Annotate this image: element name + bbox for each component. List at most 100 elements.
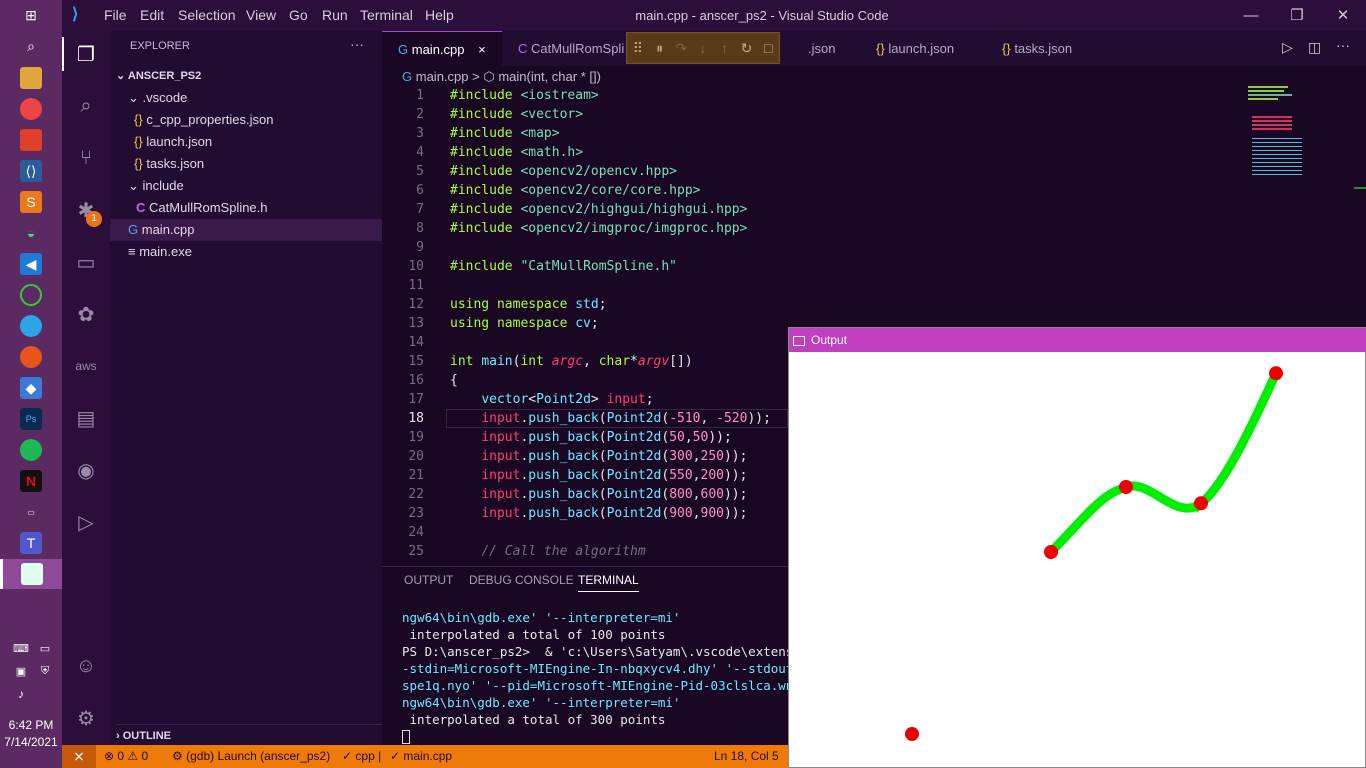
menu-terminal[interactable]: Terminal bbox=[360, 0, 413, 31]
taskbar-clock[interactable]: 6:42 PM 7/14/2021 bbox=[0, 717, 62, 751]
docker-taskbar-icon[interactable] bbox=[20, 315, 42, 337]
powershell-icon[interactable]: ▷ bbox=[72, 508, 100, 536]
step-out-icon[interactable]: ↑ bbox=[714, 40, 736, 56]
office-icon[interactable] bbox=[20, 129, 42, 151]
workspace-root[interactable]: ⌄ ANSCER_PS2 bbox=[116, 65, 201, 87]
code-line[interactable]: int main(int argc, char*argv[]) bbox=[450, 354, 693, 369]
lang-status[interactable]: ✓ cpp | bbox=[342, 745, 381, 768]
android-icon[interactable]: ◒ bbox=[20, 222, 42, 244]
code-line[interactable]: #include <math.h> bbox=[450, 145, 583, 160]
code-line[interactable]: #include "CatMullRomSpline.h" bbox=[450, 259, 677, 274]
panel-tab-terminal[interactable]: TERMINAL bbox=[578, 573, 639, 592]
code-line[interactable]: input.push_back(Point2d(300,250)); bbox=[450, 449, 747, 464]
file-main-cpp[interactable]: G main.cpp bbox=[110, 219, 382, 241]
code-line[interactable]: // Call the algorithm bbox=[450, 544, 645, 559]
minimap[interactable] bbox=[1246, 86, 1312, 196]
search-icon[interactable]: ⌕ bbox=[20, 35, 42, 57]
file-tasks-json[interactable]: {} tasks.json bbox=[134, 153, 204, 175]
output-window-titlebar[interactable]: Output bbox=[789, 328, 1366, 352]
netflix-icon[interactable]: N bbox=[20, 470, 42, 492]
ring-icon[interactable] bbox=[20, 284, 42, 306]
code-line[interactable]: #include <opencv2/highgui/highgui.hpp> bbox=[450, 202, 747, 217]
aws-icon[interactable]: aws bbox=[72, 352, 100, 380]
folder-vscode[interactable]: ⌄ .vscode bbox=[128, 87, 187, 109]
more-actions-icon[interactable]: ··· bbox=[1336, 37, 1350, 53]
photos-tray-icon[interactable]: ▣ bbox=[10, 660, 32, 682]
stop-icon[interactable]: □ bbox=[757, 40, 779, 56]
remote-icon[interactable]: ⨯ bbox=[62, 745, 96, 768]
code-line[interactable]: using namespace std; bbox=[450, 297, 607, 312]
split-editor-icon[interactable]: ◫ bbox=[1308, 39, 1321, 56]
code-line[interactable]: input.push_back(Point2d(550,200)); bbox=[450, 468, 747, 483]
github-icon[interactable]: ◉ bbox=[72, 456, 100, 484]
code-line[interactable]: input.push_back(Point2d(900,900)); bbox=[450, 506, 747, 521]
docker-icon[interactable]: ▤ bbox=[72, 404, 100, 432]
git-tool-icon[interactable]: ◆ bbox=[20, 377, 42, 399]
search-icon[interactable]: ⌕ bbox=[72, 92, 100, 120]
files-icon[interactable]: ❐ bbox=[72, 40, 100, 68]
vscode-taskbar-icon[interactable]: ◀ bbox=[20, 253, 42, 275]
code-line[interactable]: #include <iostream> bbox=[450, 88, 599, 103]
file-launch-json[interactable]: {} launch.json bbox=[134, 131, 212, 153]
tab-tasks-json[interactable]: {} tasks.json bbox=[986, 31, 1072, 66]
explorer-more-button[interactable]: ··· bbox=[350, 36, 364, 52]
file-status[interactable]: ✓ main.cpp bbox=[390, 745, 452, 768]
minimize-button[interactable]: — bbox=[1228, 0, 1274, 31]
code-line[interactable]: input.push_back(Point2d(800,600)); bbox=[450, 487, 747, 502]
panel-tab-debug-console[interactable]: DEBUG CONSOLE bbox=[469, 573, 574, 587]
battery-icon[interactable]: ▭ bbox=[34, 637, 56, 659]
code-line[interactable]: using namespace cv; bbox=[450, 316, 599, 331]
file-explorer-icon[interactable] bbox=[20, 67, 42, 89]
tab-launch-json[interactable]: {} launch.json bbox=[860, 31, 954, 66]
code-line[interactable]: input.push_back(Point2d(50,50)); bbox=[450, 430, 732, 445]
network-icon[interactable]: ⌨ bbox=[10, 637, 32, 659]
folder-include[interactable]: ⌄ include bbox=[128, 175, 184, 197]
code-line[interactable]: #include <map> bbox=[450, 126, 560, 141]
run-file-icon[interactable]: ▷ bbox=[1282, 39, 1293, 56]
code-editor-icon[interactable]: ⟨⟩ bbox=[20, 160, 42, 182]
step-into-icon[interactable]: ↓ bbox=[692, 40, 714, 56]
code-line[interactable]: { bbox=[450, 373, 458, 388]
spotify-icon[interactable] bbox=[20, 439, 42, 461]
panel-tab-output[interactable]: OUTPUT bbox=[404, 573, 453, 587]
menu-file[interactable]: File bbox=[104, 0, 127, 31]
code-line[interactable]: #include <opencv2/core/core.hpp> bbox=[450, 183, 700, 198]
file-catmullrom-h[interactable]: C CatMullRomSpline.h bbox=[136, 197, 268, 219]
file-c-cpp-properties[interactable]: {} c_cpp_properties.json bbox=[134, 109, 274, 131]
extensions-icon[interactable]: ✿ bbox=[72, 300, 100, 328]
cursor-position[interactable]: Ln 18, Col 5 bbox=[714, 745, 779, 768]
terminal-cursor[interactable] bbox=[402, 730, 410, 744]
tab-main-cpp[interactable]: G main.cpp × bbox=[382, 31, 502, 66]
code-line[interactable]: input.push_back(Point2d(-510, -520)); bbox=[450, 411, 771, 426]
menu-go[interactable]: Go bbox=[289, 0, 308, 31]
manage-gear-icon[interactable]: ⚙ bbox=[72, 704, 100, 732]
breadcrumb-symbol[interactable]: main(int, char * []) bbox=[498, 69, 601, 84]
windows-start-icon[interactable]: ⊞ bbox=[20, 4, 42, 26]
prime-video-icon[interactable]: ▭ bbox=[20, 501, 42, 523]
account-icon[interactable]: ☺ bbox=[72, 652, 100, 680]
close-button[interactable]: ✕ bbox=[1320, 0, 1366, 31]
source-control-icon[interactable]: ⑂ bbox=[72, 144, 100, 172]
volume-icon[interactable]: ♪ bbox=[10, 683, 32, 705]
code-line[interactable]: #include <vector> bbox=[450, 107, 583, 122]
pause-icon[interactable]: ⏸ bbox=[649, 40, 671, 57]
debug-launch-status[interactable]: ⚙ (gdb) Launch (anscer_ps2) bbox=[172, 745, 330, 768]
menu-view[interactable]: View bbox=[246, 0, 276, 31]
menu-edit[interactable]: Edit bbox=[140, 0, 164, 31]
restore-button[interactable]: ❐ bbox=[1274, 0, 1320, 31]
restart-icon[interactable]: ↻ bbox=[736, 40, 758, 57]
tab-close-icon[interactable]: × bbox=[478, 42, 486, 57]
code-line[interactable]: #include <opencv2/opencv.hpp> bbox=[450, 164, 677, 179]
menu-selection[interactable]: Selection bbox=[178, 0, 236, 31]
security-tray-icon[interactable]: ⛨ bbox=[34, 660, 56, 682]
output-window[interactable]: Output bbox=[788, 327, 1366, 768]
code-line[interactable]: #include <opencv2/imgproc/imgproc.hpp> bbox=[450, 221, 747, 236]
drag-handle-icon[interactable]: ⠿ bbox=[627, 40, 649, 57]
problems-indicator[interactable]: ⊗ 0 ⚠ 0 bbox=[104, 745, 148, 768]
chrome-icon[interactable] bbox=[20, 98, 42, 120]
output-window-taskbar-item[interactable] bbox=[0, 559, 62, 589]
ubuntu-icon[interactable] bbox=[20, 346, 42, 368]
photoshop-icon[interactable]: Ps bbox=[20, 408, 42, 430]
tab-catmullrom[interactable]: C CatMullRomSpli bbox=[502, 31, 624, 66]
teams-icon[interactable]: T bbox=[20, 532, 42, 554]
